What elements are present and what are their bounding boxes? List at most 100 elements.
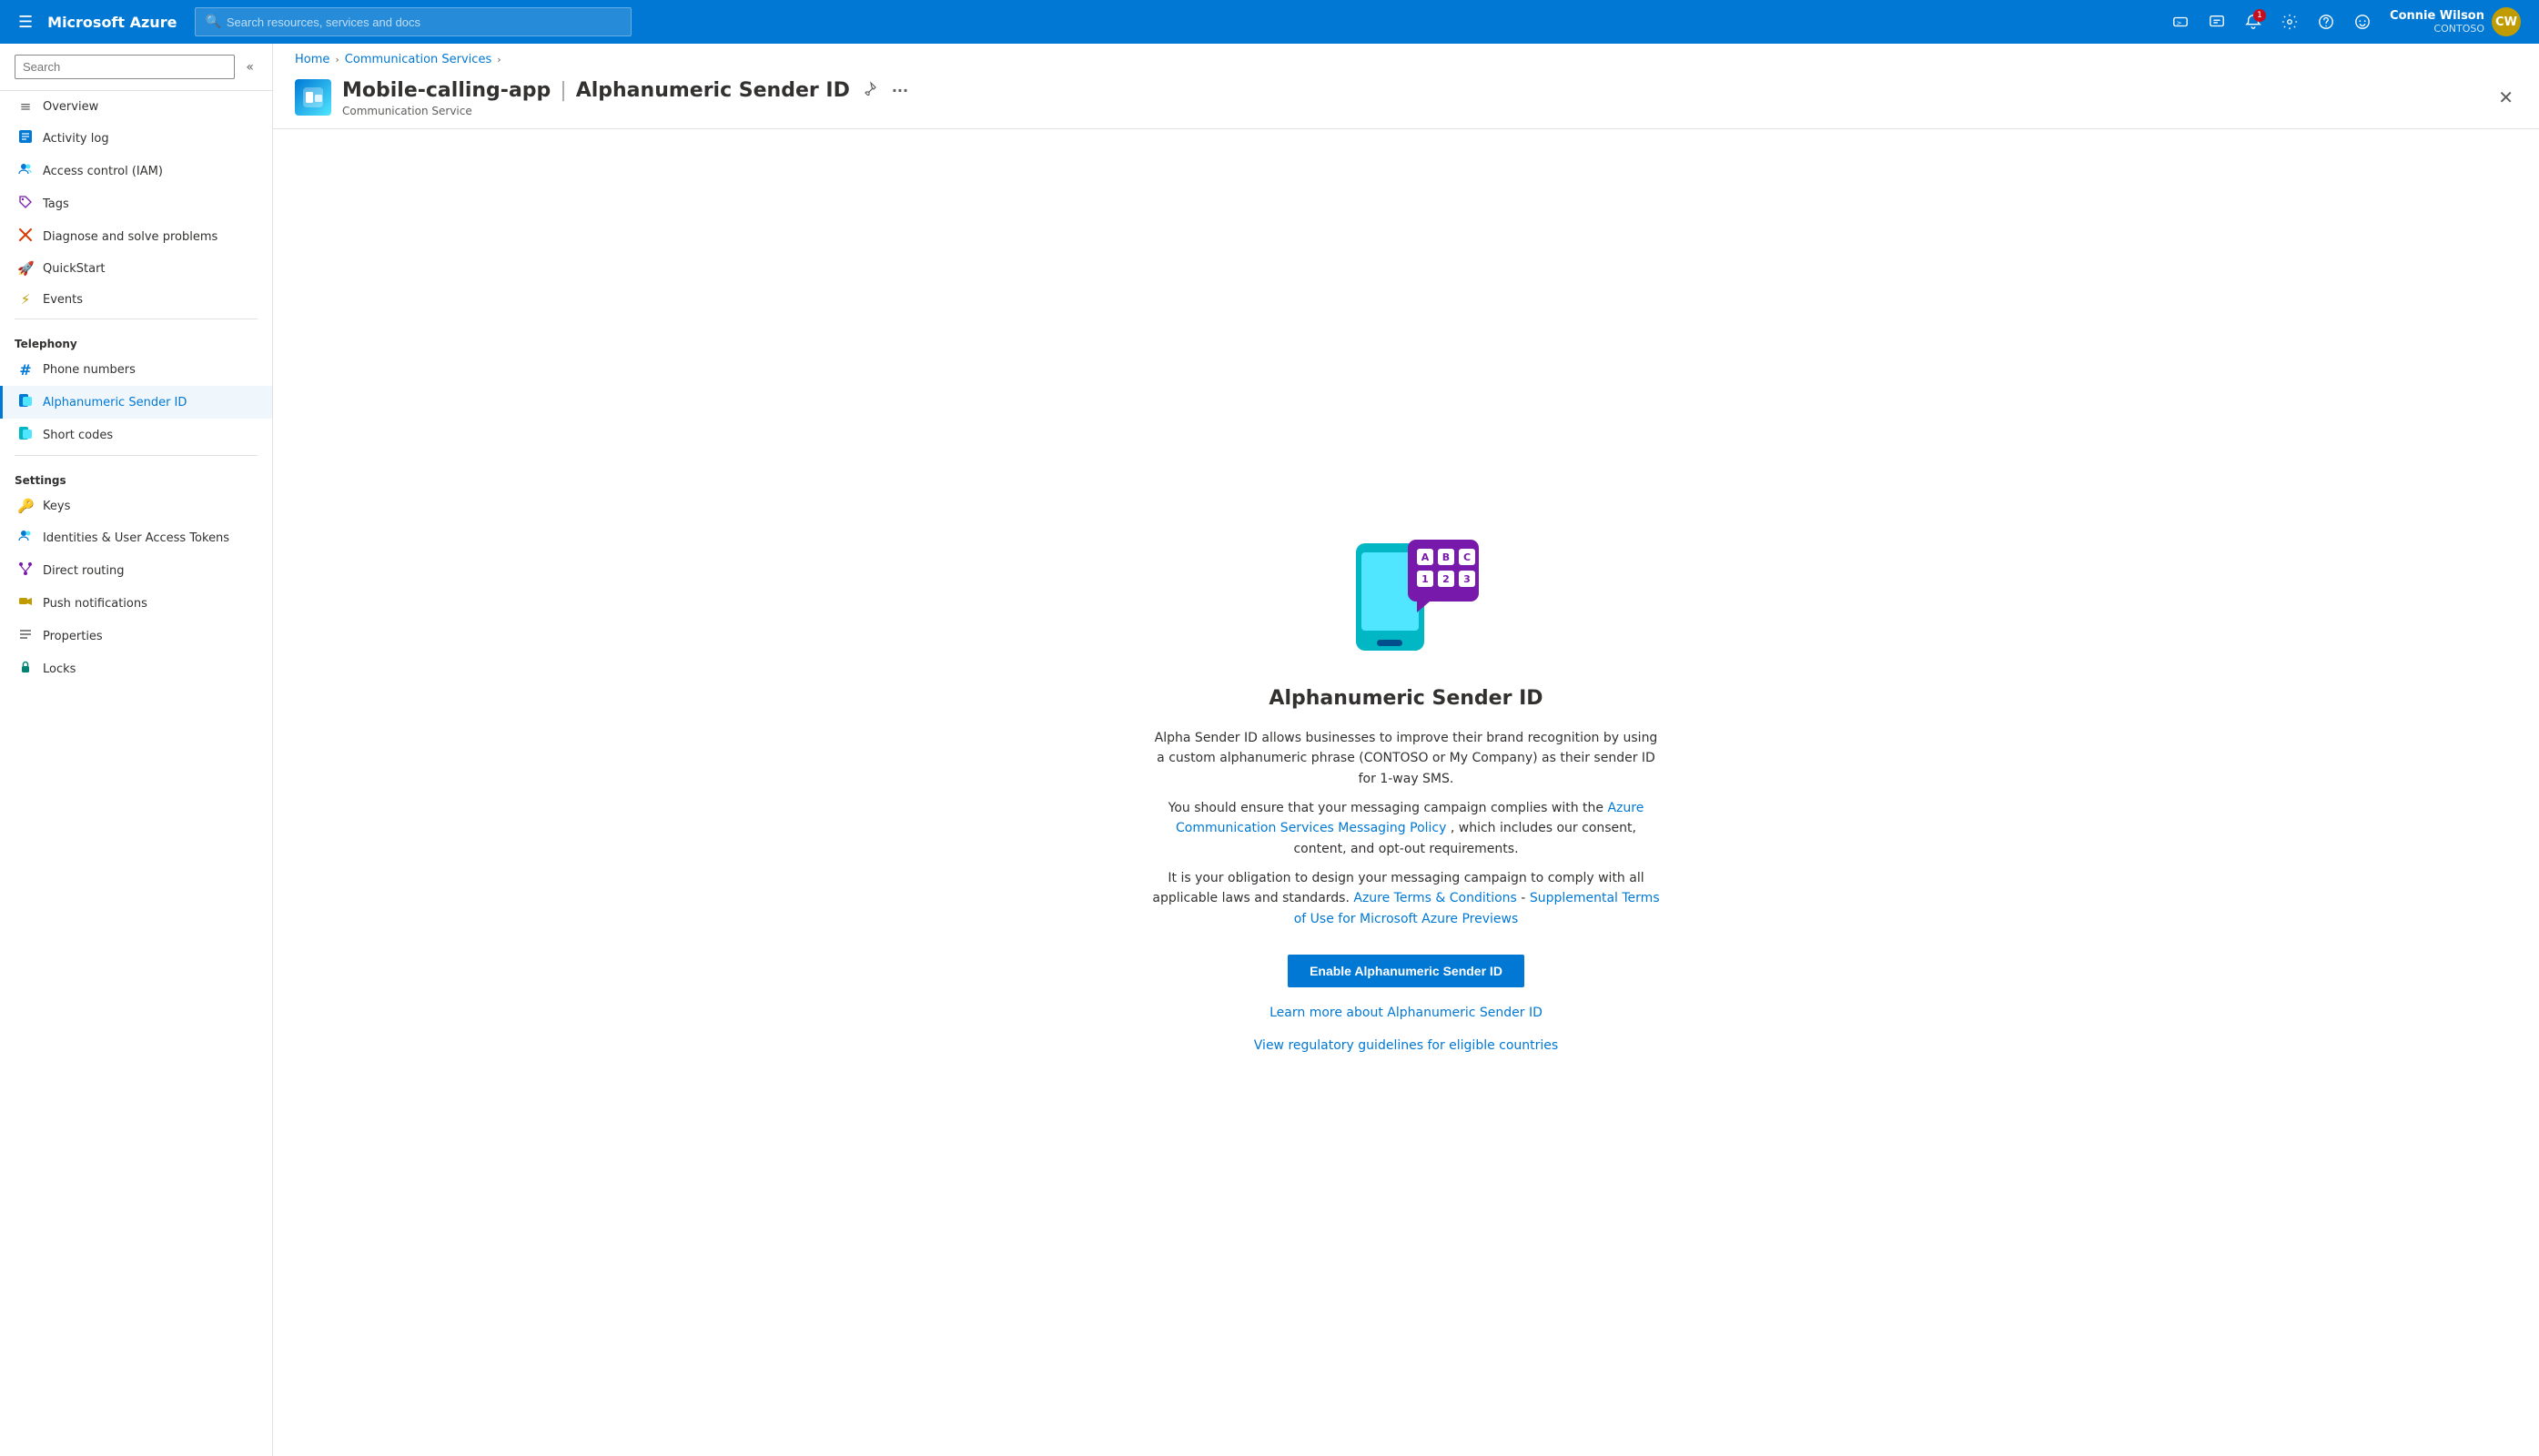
learn-more-link[interactable]: Learn more about Alphanumeric Sender ID (1270, 1006, 1543, 1020)
cloud-shell-icon[interactable]: >_ (2164, 5, 2197, 38)
sidebar-item-iam[interactable]: Access control (IAM) (0, 155, 272, 187)
feature-description: Alpha Sender ID allows businesses to imp… (1151, 728, 1661, 930)
sidebar-item-identities[interactable]: Identities & User Access Tokens (0, 521, 272, 554)
sidebar-item-properties[interactable]: Properties (0, 620, 272, 652)
terms-link[interactable]: Azure Terms & Conditions (1353, 891, 1516, 905)
breadcrumb-service[interactable]: Communication Services (345, 53, 491, 66)
sidebar-item-activity-log[interactable]: Activity log (0, 122, 272, 155)
close-button[interactable]: ✕ (2494, 83, 2517, 112)
sidebar-item-label: Overview (43, 100, 98, 114)
sidebar-item-label: Keys (43, 500, 70, 513)
sidebar-item-quickstart[interactable]: 🚀 QuickStart (0, 253, 272, 284)
sidebar-item-label: Properties (43, 630, 103, 643)
main-layout: « ≡ Overview Activity log Access control… (0, 44, 2539, 1456)
header-spacer: ✕ (2494, 86, 2517, 108)
locks-icon (17, 660, 34, 678)
sidebar-item-label: Events (43, 293, 83, 307)
svg-text:2: 2 (1442, 573, 1450, 585)
notifications-icon[interactable]: 1 (2237, 5, 2270, 38)
user-info: Connie Wilson CONTOSO (2390, 9, 2484, 35)
resource-icon (295, 79, 331, 116)
desc-text-1: Alpha Sender ID allows businesses to imp… (1155, 731, 1658, 786)
top-navigation: ☰ Microsoft Azure 🔍 >_ 1 Connie Wilson C… (0, 0, 2539, 44)
breadcrumb: Home › Communication Services › (295, 44, 2517, 70)
feature-title: Alphanumeric Sender ID (1269, 687, 1543, 710)
sidebar-item-events[interactable]: ⚡ Events (0, 284, 272, 315)
sidebar-divider-2 (15, 455, 258, 456)
notification-badge: 1 (2253, 9, 2266, 22)
desc-text-2: You should ensure that your messaging ca… (1168, 801, 1603, 815)
page-content: A B C 1 2 3 Alphanumeric Sender I (273, 129, 2539, 1456)
sidebar-item-diagnose[interactable]: Diagnose and solve problems (0, 220, 272, 253)
page-subtitle: Communication Service (342, 105, 912, 117)
diagnose-icon (17, 228, 34, 246)
alphanumeric-illustration: A B C 1 2 3 (1342, 532, 1470, 660)
svg-text:1: 1 (1421, 573, 1429, 585)
sidebar-section-telephony: Telephony (0, 323, 272, 354)
center-panel: A B C 1 2 3 Alphanumeric Sender I (1151, 532, 1661, 1054)
sidebar-item-label: Access control (IAM) (43, 165, 163, 178)
smiley-icon[interactable] (2346, 5, 2379, 38)
brand-name: Microsoft Azure (47, 14, 177, 31)
sidebar-item-keys[interactable]: 🔑 Keys (0, 490, 272, 521)
direct-routing-icon (17, 561, 34, 580)
settings-icon[interactable] (2273, 5, 2306, 38)
global-search[interactable]: 🔍 (195, 7, 632, 36)
title-actions: ··· (859, 77, 912, 103)
sidebar-item-phone-numbers[interactable]: # Phone numbers (0, 354, 272, 386)
sidebar: « ≡ Overview Activity log Access control… (0, 44, 273, 1456)
properties-icon (17, 627, 34, 645)
sidebar-divider-1 (15, 318, 258, 319)
sidebar-item-tags[interactable]: Tags (0, 187, 272, 220)
sidebar-item-short-codes[interactable]: Short codes (0, 419, 272, 451)
sidebar-search-input[interactable] (15, 55, 235, 79)
sidebar-item-push-notifications[interactable]: Push notifications (0, 587, 272, 620)
breadcrumb-sep-2: › (497, 54, 501, 66)
sidebar-item-label: Short codes (43, 429, 113, 442)
sidebar-item-direct-routing[interactable]: Direct routing (0, 554, 272, 587)
sidebar-item-label: Activity log (43, 132, 109, 146)
sidebar-item-overview[interactable]: ≡ Overview (0, 91, 272, 122)
breadcrumb-sep-1: › (335, 54, 339, 66)
activity-log-icon (17, 129, 34, 147)
user-org: CONTOSO (2390, 23, 2484, 35)
identities-icon (17, 529, 34, 547)
sidebar-item-label: Alphanumeric Sender ID (43, 396, 187, 410)
global-search-input[interactable] (227, 15, 622, 29)
page-title-info: Mobile-calling-app | Alphanumeric Sender… (342, 77, 912, 117)
enable-alphanumeric-button[interactable]: Enable Alphanumeric Sender ID (1288, 955, 1524, 987)
phone-numbers-icon: # (17, 361, 34, 379)
desc-dash: - (1521, 891, 1530, 905)
user-name: Connie Wilson (2390, 9, 2484, 24)
hamburger-menu[interactable]: ☰ (11, 9, 40, 35)
desc-para-1: Alpha Sender ID allows businesses to imp… (1151, 728, 1661, 789)
sidebar-item-label: Phone numbers (43, 363, 136, 377)
feedback-icon[interactable] (2200, 5, 2233, 38)
help-icon[interactable] (2310, 5, 2342, 38)
svg-text:C: C (1463, 551, 1471, 563)
search-icon: 🔍 (205, 15, 220, 29)
pin-icon[interactable] (859, 77, 881, 103)
user-profile[interactable]: Connie Wilson CONTOSO CW (2382, 4, 2528, 40)
events-icon: ⚡ (17, 291, 34, 308)
breadcrumb-home[interactable]: Home (295, 53, 329, 66)
sidebar-item-locks[interactable]: Locks (0, 652, 272, 685)
svg-text:>_: >_ (2177, 19, 2186, 27)
more-actions-icon[interactable]: ··· (888, 78, 912, 103)
sidebar-section-settings: Settings (0, 460, 272, 490)
desc-para-3: It is your obligation to design your mes… (1151, 868, 1661, 929)
sidebar-collapse-button[interactable]: « (242, 56, 258, 78)
sidebar-item-alphanumeric[interactable]: Alphanumeric Sender ID (0, 386, 272, 419)
sidebar-item-label: Locks (43, 662, 76, 676)
page-name: Alphanumeric Sender ID (576, 79, 850, 102)
page-title: Mobile-calling-app | Alphanumeric Sender… (342, 77, 912, 103)
desc-para-2: You should ensure that your messaging ca… (1151, 798, 1661, 859)
content-area: Home › Communication Services › Mobile-c… (273, 44, 2539, 1456)
resource-name: Mobile-calling-app (342, 79, 551, 102)
overview-icon: ≡ (17, 98, 34, 115)
page-header: Home › Communication Services › Mobile-c… (273, 44, 2539, 129)
regulatory-link[interactable]: View regulatory guidelines for eligible … (1254, 1038, 1558, 1053)
sidebar-item-label: Diagnose and solve problems (43, 230, 217, 244)
sidebar-item-label: Tags (43, 197, 69, 211)
sidebar-item-label: Identities & User Access Tokens (43, 531, 229, 545)
